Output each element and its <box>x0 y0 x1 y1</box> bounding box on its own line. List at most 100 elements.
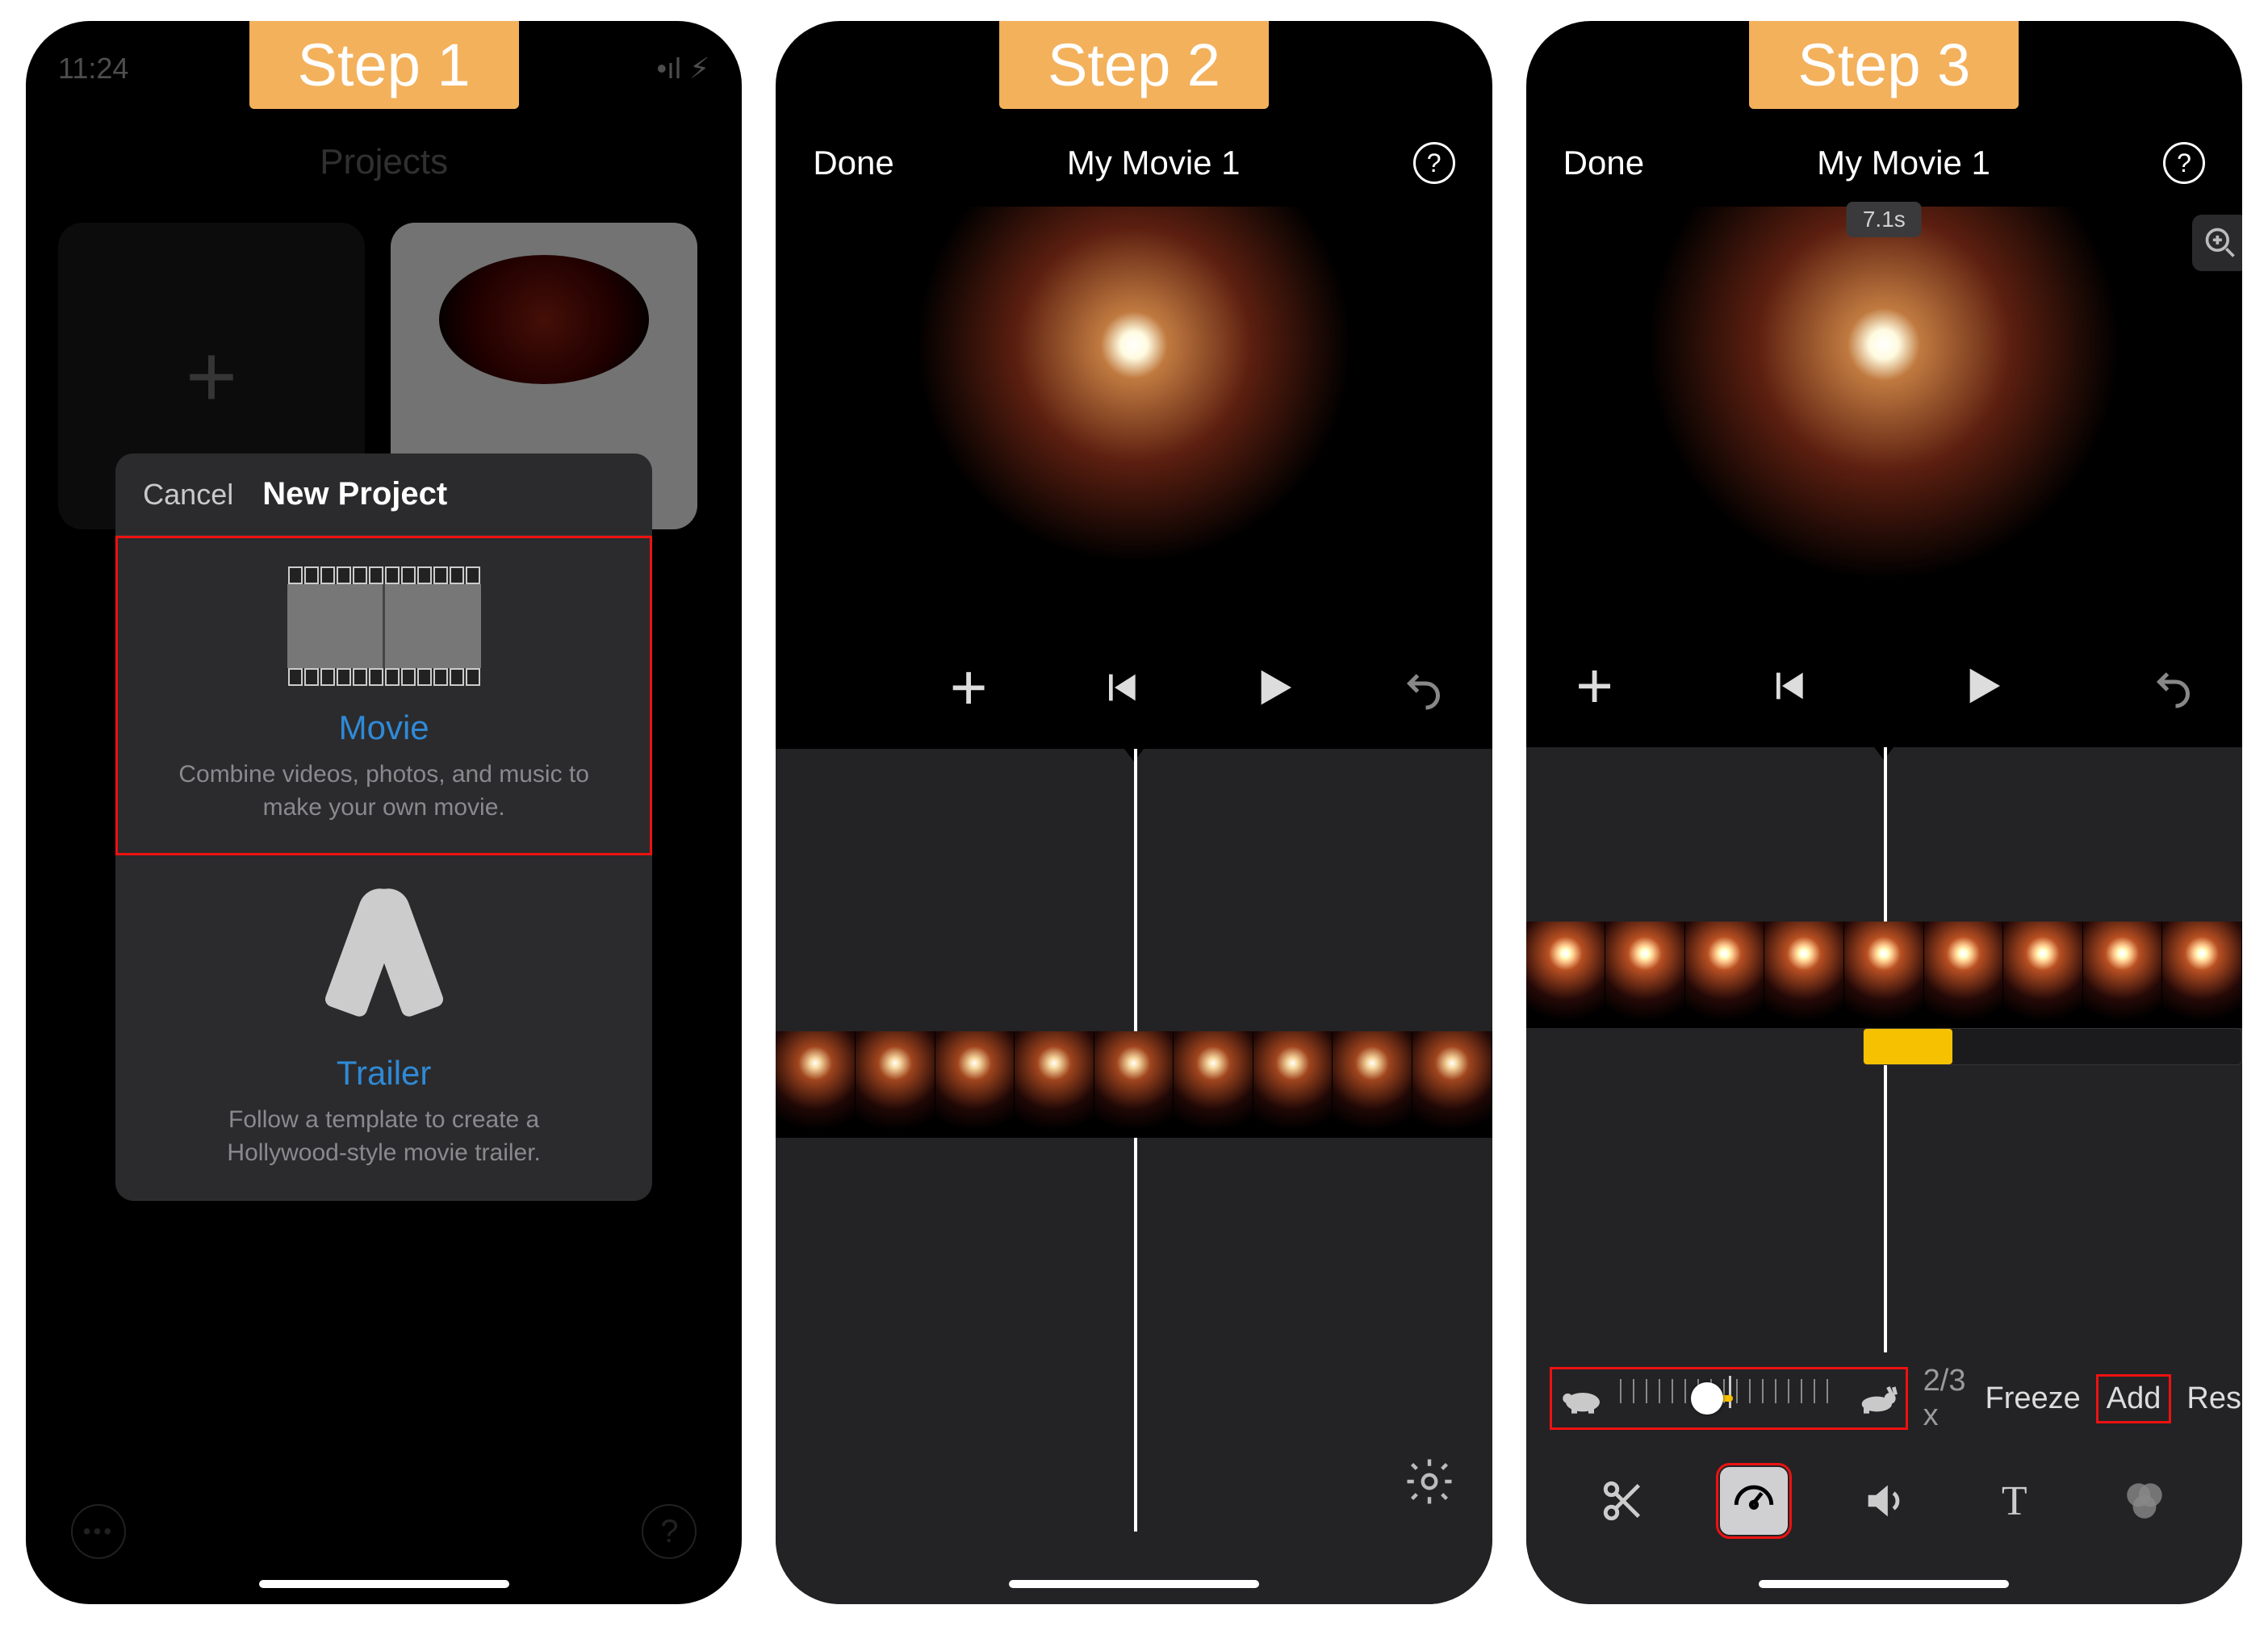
add-button[interactable]: Add <box>2100 1378 2168 1419</box>
play-icon <box>1955 660 2006 712</box>
inspector-tools: T <box>1526 1444 2242 1572</box>
video-clip-strip[interactable] <box>1526 922 2242 1028</box>
video-preview[interactable]: 7.1s <box>1627 207 2140 600</box>
timeline-track-area[interactable] <box>776 749 1492 1532</box>
add-media-button[interactable]: + <box>1567 649 1623 723</box>
plus-icon: + <box>950 650 988 725</box>
movie-option[interactable]: Movie Combine videos, photos, and music … <box>115 536 652 855</box>
clip-frame <box>1412 1031 1492 1138</box>
trailer-option-desc: Follow a template to create a Hollywood-… <box>144 1104 623 1169</box>
undo-icon <box>1400 663 1448 712</box>
clip-frame <box>2083 922 2163 1028</box>
play-button[interactable] <box>1244 662 1300 713</box>
zoom-in-icon <box>2203 225 2238 261</box>
freeze-button[interactable]: Freeze <box>1985 1381 2080 1416</box>
scissors-icon <box>1600 1477 1647 1524</box>
skip-back-icon <box>1098 665 1143 710</box>
overlapping-circles-icon <box>2121 1477 2168 1524</box>
zoom-button[interactable] <box>2192 215 2242 271</box>
speed-range-fill <box>1864 1029 1952 1064</box>
step-badge-2: Step 2 <box>999 21 1269 109</box>
trailer-option-label: Trailer <box>144 1054 623 1093</box>
step-badge-1: Step 1 <box>249 21 519 109</box>
video-preview[interactable] <box>920 207 1348 602</box>
speedometer-icon <box>1730 1477 1777 1524</box>
home-indicator <box>1759 1580 2009 1588</box>
home-indicator <box>259 1580 509 1588</box>
volume-tool[interactable] <box>1850 1467 1918 1535</box>
project-title: My Movie 1 <box>1067 144 1241 182</box>
text-icon: T <box>2002 1477 2027 1525</box>
clip-frame <box>2162 922 2242 1028</box>
sheet-header: Cancel New Project <box>115 453 652 536</box>
home-indicator <box>1009 1580 1259 1588</box>
clip-frame <box>1253 1031 1333 1138</box>
plus-icon: + <box>1575 649 1613 723</box>
speedometer-tool[interactable] <box>1720 1467 1788 1535</box>
trailer-option[interactable]: Trailer Follow a template to create a Ho… <box>115 855 652 1201</box>
text-tool[interactable]: T <box>1981 1467 2048 1535</box>
skip-back-button[interactable] <box>1092 665 1149 710</box>
done-button[interactable]: Done <box>1563 144 1644 182</box>
speed-controls-row: 2/3 x Freeze Add Reset <box>1526 1352 2242 1444</box>
turtle-icon <box>1560 1382 1605 1415</box>
clip-frame <box>2003 922 2083 1028</box>
clip-frame <box>935 1031 1015 1138</box>
phone-step-1: Step 1 11:24 •ıl ⚡︎ Projects + Cancel Ne… <box>26 21 742 1604</box>
clip-frame <box>1764 922 1844 1028</box>
new-project-sheet: Cancel New Project Movie Combine videos,… <box>115 453 652 1201</box>
timeline-track-area[interactable] <box>1526 747 2242 1352</box>
sheet-title: New Project <box>262 476 447 512</box>
clip-frame <box>1015 1031 1094 1138</box>
undo-button[interactable] <box>2145 662 2202 710</box>
clip-frame <box>776 1031 856 1138</box>
filters-tool[interactable] <box>2111 1467 2178 1535</box>
playhead-time: 7.1s <box>1847 202 1922 237</box>
slider-thumb[interactable] <box>1691 1382 1723 1415</box>
clip-frame <box>1526 922 1606 1028</box>
clip-frame <box>1605 922 1685 1028</box>
clip-frame <box>1924 922 2004 1028</box>
clip-frame <box>1174 1031 1253 1138</box>
undo-button[interactable] <box>1396 663 1452 712</box>
project-title: My Movie 1 <box>1817 144 1990 182</box>
clip-frame <box>1094 1031 1174 1138</box>
done-button[interactable]: Done <box>813 144 893 182</box>
clip-frame <box>856 1031 935 1138</box>
scissors-tool[interactable] <box>1589 1467 1657 1535</box>
speed-range-indicator[interactable] <box>1863 1028 2242 1065</box>
movie-option-label: Movie <box>144 708 623 747</box>
transport-controls: + <box>776 626 1492 749</box>
clip-frame <box>1685 922 1765 1028</box>
play-button[interactable] <box>1952 660 2009 712</box>
settings-button[interactable] <box>1399 1451 1460 1512</box>
clip-frame <box>1844 922 1924 1028</box>
speed-slider[interactable] <box>1620 1376 1838 1421</box>
speed-slider-group <box>1554 1371 1904 1426</box>
step-badge-3: Step 3 <box>1749 21 2019 109</box>
speaker-icon <box>1860 1477 1907 1524</box>
video-clip-strip[interactable] <box>776 1031 1492 1138</box>
timeline[interactable]: 2/3 x Freeze Add Reset T <box>1526 747 2242 1604</box>
film-strip-icon <box>287 566 481 686</box>
help-button[interactable]: ? <box>1413 142 1455 184</box>
transport-controls: + <box>1526 625 2242 747</box>
undo-icon <box>2149 662 2198 710</box>
cancel-button[interactable]: Cancel <box>143 478 233 512</box>
phone-step-3: Step 3 Done My Movie 1 ? 7.1s + <box>1526 21 2242 1604</box>
skip-back-button[interactable] <box>1760 663 1816 708</box>
spotlights-icon <box>312 886 457 1031</box>
gear-icon <box>1403 1455 1456 1508</box>
timeline[interactable] <box>776 749 1492 1604</box>
slider-midpoint <box>1729 1376 1731 1408</box>
play-icon <box>1246 662 1298 713</box>
movie-option-desc: Combine videos, photos, and music to mak… <box>144 759 623 824</box>
help-button[interactable]: ? <box>2163 142 2205 184</box>
speed-value: 2/3 x <box>1923 1364 1966 1433</box>
clip-frame <box>1333 1031 1412 1138</box>
phone-step-2: Step 2 Done My Movie 1 ? + <box>776 21 1492 1604</box>
add-media-button[interactable]: + <box>940 650 997 725</box>
reset-button[interactable]: Reset <box>2186 1381 2242 1416</box>
rabbit-icon <box>1852 1382 1898 1415</box>
playhead[interactable] <box>1134 749 1137 1532</box>
